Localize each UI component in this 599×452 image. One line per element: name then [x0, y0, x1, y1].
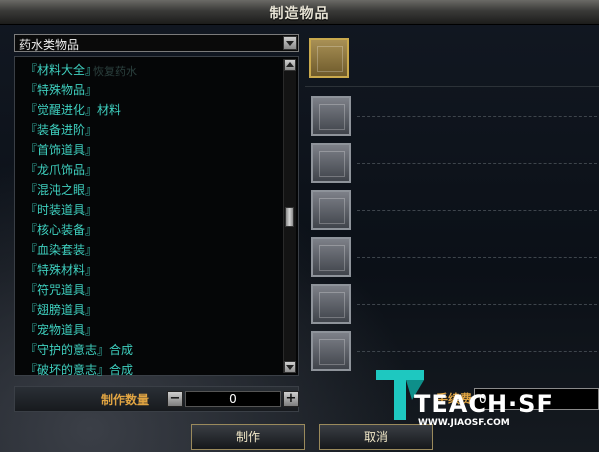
list-item[interactable]: 『核心装备』 [25, 221, 97, 239]
list-item[interactable]: 『血染套装』 [25, 241, 97, 259]
title-bar[interactable]: 制造物品 [0, 0, 599, 25]
list-item[interactable]: 『特殊物品』 [25, 81, 97, 99]
chevron-up-icon [286, 62, 294, 67]
chevron-down-icon [286, 365, 294, 370]
divider [357, 210, 597, 211]
ghost-text: 恢复药水 [93, 65, 137, 78]
list-item[interactable]: 『装备进阶』 [25, 121, 97, 139]
list-item[interactable]: 『特殊材料』 [25, 261, 97, 279]
divider [305, 86, 599, 87]
divider [357, 116, 597, 117]
material-slot[interactable] [311, 237, 351, 277]
window-title: 制造物品 [269, 6, 330, 22]
list-item[interactable]: 『混沌之眼』 [25, 181, 97, 199]
slot-icon [319, 151, 345, 177]
divider [357, 257, 597, 258]
slot-icon [317, 46, 343, 72]
category-dropdown[interactable]: 药水类物品 [14, 34, 299, 52]
list-item[interactable]: 『宠物道具』 [25, 321, 97, 339]
increment-button[interactable]: + [283, 391, 299, 407]
list-item[interactable]: 『守护的意志』合成 [25, 341, 133, 359]
material-slot[interactable] [311, 331, 351, 371]
materials-panel [305, 34, 599, 380]
list-item[interactable]: 『翅膀道具』 [25, 301, 97, 319]
make-button[interactable]: 制作 [191, 424, 305, 450]
divider [357, 163, 597, 164]
watermark-url: WWW.JIAOSF.COM [418, 418, 510, 428]
slot-icon [319, 198, 345, 224]
list-item[interactable]: 『觉醒进化』材料 [25, 101, 121, 119]
category-selected: 药水类物品 [19, 38, 80, 52]
divider [357, 351, 597, 352]
material-slot[interactable] [311, 96, 351, 136]
slot-icon [319, 245, 345, 271]
list-item[interactable]: 『符咒道具』 [25, 281, 97, 299]
result-item-slot[interactable] [309, 38, 349, 78]
quantity-bar: 制作数量 − 0 + [14, 386, 299, 412]
material-slot[interactable] [311, 190, 351, 230]
list-scrollbar[interactable] [283, 59, 296, 373]
slot-icon [319, 292, 345, 318]
watermark-logo: TEACH·SF WWW.JIAOSF.COM [372, 360, 599, 432]
list-item[interactable]: 『材料大全』 [25, 61, 97, 79]
list-item[interactable]: 『破坏的意志』合成 [25, 361, 133, 379]
craft-window: 制造物品 药水类物品 恢复药水 『材料大全』 『特殊物品』 『觉醒进化』材料 『… [0, 0, 599, 452]
decrement-button[interactable]: − [167, 391, 183, 407]
scroll-thumb[interactable] [285, 207, 294, 227]
chevron-down-icon [286, 41, 294, 46]
recipe-list[interactable]: 恢复药水 『材料大全』 『特殊物品』 『觉醒进化』材料 『装备进阶』 『首饰道具… [14, 56, 299, 379]
list-item[interactable]: 『龙爪饰品』 [25, 161, 97, 179]
scroll-up-button[interactable] [284, 59, 296, 71]
material-slot[interactable] [311, 284, 351, 324]
slot-icon [319, 104, 345, 130]
list-item[interactable]: 『首饰道具』 [25, 141, 97, 159]
list-item[interactable]: 『时装道具』 [25, 201, 97, 219]
slot-icon [319, 339, 345, 365]
scroll-down-button[interactable] [284, 361, 296, 373]
material-slot[interactable] [311, 143, 351, 183]
watermark-brand: TEACH·SF [414, 390, 554, 418]
divider [357, 304, 597, 305]
quantity-input[interactable]: 0 [185, 391, 281, 407]
dropdown-button[interactable] [283, 36, 297, 50]
quantity-label: 制作数量 [101, 393, 150, 407]
